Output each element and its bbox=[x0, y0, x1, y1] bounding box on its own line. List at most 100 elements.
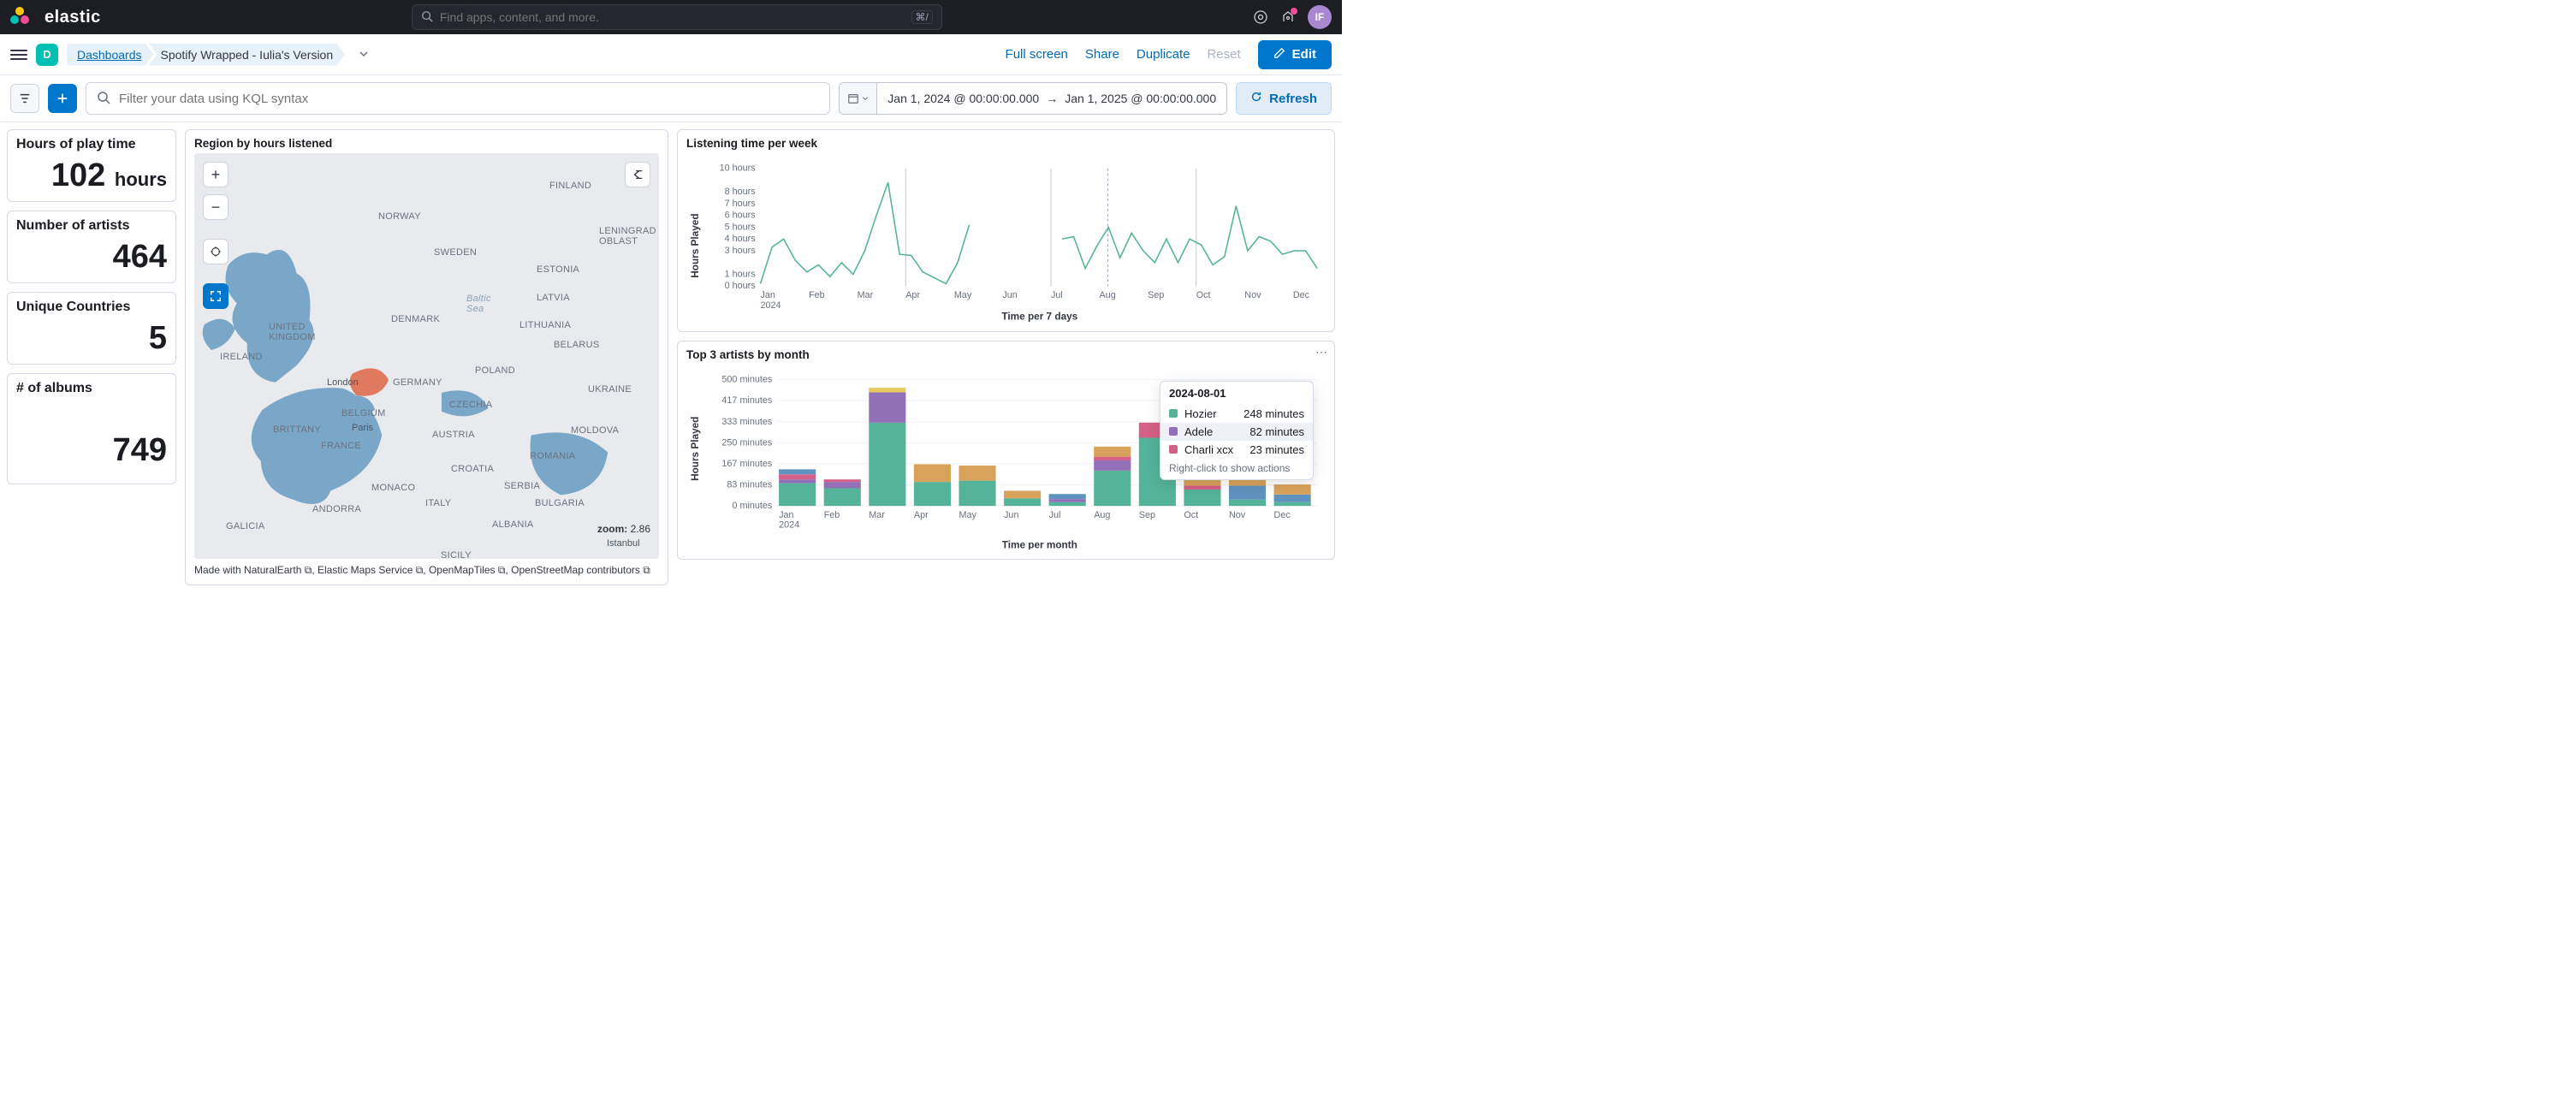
elastic-logo-icon bbox=[10, 7, 31, 27]
map-canvas[interactable]: FINLAND NORWAY SWEDEN DENMARK ESTONIA LA… bbox=[194, 153, 659, 559]
edit-button-label: Edit bbox=[1292, 47, 1316, 62]
europe-map-svg bbox=[194, 153, 659, 559]
x-axis-label: Time per month bbox=[1002, 539, 1077, 549]
attr-link[interactable]: OpenMapTiles bbox=[429, 564, 496, 576]
metric-value: 102 bbox=[51, 157, 105, 193]
date-picker[interactable]: Jan 1, 2024 @ 00:00:00.000 → Jan 1, 2025… bbox=[839, 82, 1227, 115]
search-icon bbox=[97, 91, 110, 107]
zoom-in-button[interactable]: + bbox=[203, 162, 229, 187]
fullscreen-button[interactable]: Full screen bbox=[1006, 47, 1068, 62]
share-button[interactable]: Share bbox=[1085, 47, 1119, 62]
tooltip-series-label: Charli xcx bbox=[1184, 443, 1233, 456]
svg-text:Apr: Apr bbox=[905, 290, 920, 300]
svg-text:Feb: Feb bbox=[824, 509, 840, 519]
svg-text:Nov: Nov bbox=[1229, 509, 1246, 519]
edit-button[interactable]: Edit bbox=[1258, 40, 1332, 69]
nav-toggle-icon[interactable] bbox=[10, 50, 27, 60]
metric-label: Hours of play time bbox=[16, 137, 167, 152]
svg-text:4 hours: 4 hours bbox=[725, 234, 757, 244]
tooltip-series-value: 248 minutes bbox=[1243, 407, 1304, 420]
brand-wordmark: elastic bbox=[45, 8, 101, 27]
svg-text:Jan: Jan bbox=[779, 509, 793, 519]
global-search[interactable]: ⌘/ bbox=[412, 4, 942, 30]
refresh-button[interactable]: Refresh bbox=[1236, 82, 1332, 115]
line-chart[interactable]: 0 hours1 hours3 hours4 hours5 hours6 hou… bbox=[686, 153, 1326, 322]
svg-text:Oct: Oct bbox=[1184, 509, 1198, 519]
tooltip-series-label: Adele bbox=[1184, 425, 1213, 438]
svg-text:Jun: Jun bbox=[1004, 509, 1018, 519]
notification-dot-icon bbox=[1291, 8, 1297, 15]
arrow-right-icon: → bbox=[1046, 92, 1058, 105]
chart-tooltip: 2024-08-01 Hozier 248 minutes Adele82 minu… bbox=[1160, 381, 1314, 480]
fit-bounds-button[interactable] bbox=[203, 239, 229, 264]
chevron-down-icon[interactable] bbox=[359, 48, 369, 62]
panel-bar-chart: Top 3 artists by month ⋯ 0 minutes 83 min… bbox=[677, 341, 1335, 560]
svg-text:0 hours: 0 hours bbox=[725, 281, 757, 291]
metric-playtime: Hours of play time 102 hours bbox=[7, 129, 176, 202]
tooltip-series-label: Hozier bbox=[1184, 407, 1217, 420]
tooltip-footer: Right-click to show actions bbox=[1160, 459, 1313, 479]
panel-title: Top 3 artists by month bbox=[686, 348, 1326, 361]
add-filter-button[interactable] bbox=[48, 84, 77, 113]
legend-toggle-button[interactable] bbox=[625, 162, 650, 187]
tooltip-date: 2024-08-01 bbox=[1160, 382, 1313, 405]
filter-menu-button[interactable] bbox=[10, 84, 39, 113]
panel-title: Region by hours listened bbox=[194, 137, 659, 150]
svg-text:Apr: Apr bbox=[914, 509, 929, 519]
newsfeed-icon[interactable] bbox=[1280, 9, 1296, 25]
svg-text:0 minutes: 0 minutes bbox=[732, 501, 772, 511]
metric-label: Unique Countries bbox=[16, 300, 167, 315]
help-icon[interactable] bbox=[1253, 9, 1268, 25]
svg-text:Oct: Oct bbox=[1196, 290, 1211, 300]
svg-text:Mar: Mar bbox=[869, 509, 885, 519]
metric-value: 464 bbox=[16, 239, 167, 276]
calendar-icon[interactable] bbox=[840, 83, 877, 114]
kql-input[interactable] bbox=[119, 92, 819, 106]
svg-text:Aug: Aug bbox=[1100, 290, 1116, 300]
attr-link[interactable]: NaturalEarth bbox=[244, 564, 301, 576]
external-link-icon: ⧉ bbox=[643, 564, 650, 576]
tooltip-row: Charli xcx 23 minutes bbox=[1160, 441, 1313, 459]
zoom-out-button[interactable]: − bbox=[203, 194, 229, 220]
x-axis-label: Time per 7 days bbox=[1001, 312, 1077, 322]
tooltip-row: Adele82 minutes bbox=[1160, 423, 1313, 441]
svg-text:Jan: Jan bbox=[760, 290, 775, 300]
date-to[interactable]: Jan 1, 2025 @ 00:00:00.000 bbox=[1065, 92, 1216, 105]
duplicate-button[interactable]: Duplicate bbox=[1137, 47, 1190, 62]
legend-swatch-icon bbox=[1169, 427, 1178, 436]
svg-text:Jun: Jun bbox=[1002, 290, 1017, 300]
attr-link[interactable]: Elastic Maps Service bbox=[318, 564, 413, 576]
expand-map-button[interactable] bbox=[203, 283, 229, 309]
metric-artists: Number of artists 464 bbox=[7, 211, 176, 283]
reset-button: Reset bbox=[1207, 47, 1240, 62]
external-link-icon: ⧉ bbox=[416, 564, 424, 576]
tooltip-series-value: 23 minutes bbox=[1249, 443, 1304, 456]
svg-text:Feb: Feb bbox=[809, 290, 825, 300]
metric-label: # of albums bbox=[16, 381, 167, 396]
breadcrumb-current: Spotify Wrapped - Iulia's Version bbox=[149, 44, 346, 66]
attr-link[interactable]: OpenStreetMap contributors bbox=[511, 564, 640, 576]
global-header: elastic ⌘/ IF bbox=[0, 0, 1342, 34]
panel-actions-icon[interactable]: ⋯ bbox=[1315, 345, 1329, 359]
user-avatar[interactable]: IF bbox=[1308, 5, 1332, 29]
svg-text:417 minutes: 417 minutes bbox=[721, 395, 772, 406]
date-from[interactable]: Jan 1, 2024 @ 00:00:00.000 bbox=[887, 92, 1039, 105]
svg-text:1 hours: 1 hours bbox=[725, 269, 757, 279]
svg-text:Sep: Sep bbox=[1148, 290, 1164, 300]
svg-text:250 minutes: 250 minutes bbox=[721, 437, 772, 448]
svg-text:2024: 2024 bbox=[779, 519, 799, 530]
zoom-readout: zoom: 2.86 bbox=[597, 523, 650, 535]
svg-text:83 minutes: 83 minutes bbox=[727, 479, 772, 490]
metric-countries: Unique Countries 5 bbox=[7, 292, 176, 365]
svg-text:Dec: Dec bbox=[1274, 509, 1291, 519]
refresh-icon bbox=[1250, 91, 1262, 106]
svg-text:May: May bbox=[954, 290, 972, 300]
svg-text:500 minutes: 500 minutes bbox=[721, 374, 772, 384]
global-search-input[interactable] bbox=[440, 10, 905, 24]
kql-bar[interactable] bbox=[86, 82, 830, 115]
space-badge[interactable]: D bbox=[36, 44, 58, 66]
breadcrumb-dashboards[interactable]: Dashboards bbox=[67, 44, 154, 66]
map-attribution: Made with NaturalEarth ⧉, Elastic Maps S… bbox=[194, 562, 659, 578]
svg-text:10 hours: 10 hours bbox=[720, 163, 757, 174]
breadcrumb: Dashboards Spotify Wrapped - Iulia's Ver… bbox=[67, 44, 345, 66]
